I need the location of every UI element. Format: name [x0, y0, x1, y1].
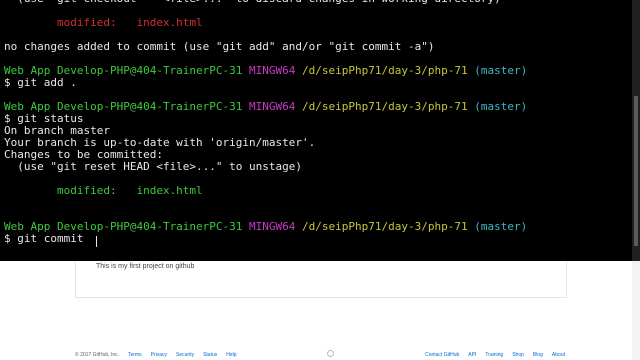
footer-link[interactable]: About	[552, 352, 565, 358]
footer-link[interactable]: Contact GitHub	[425, 352, 459, 358]
footer-link[interactable]: Privacy	[151, 352, 167, 358]
terminal-text-segment: $ git commit	[4, 232, 84, 245]
terminal-text-segment: (master)	[474, 100, 528, 113]
terminal-text-segment: $ git add .	[4, 76, 77, 89]
footer-link[interactable]: Training	[485, 352, 503, 358]
terminal-text-segment: /d/seipPhp71/day-3/php-71	[302, 64, 475, 77]
terminal-output: (use "git checkout -- <file>..." to disc…	[4, 0, 527, 245]
readme-box	[75, 255, 567, 298]
terminal-line: Web App Develop-PHP@404-TrainerPC-31 MIN…	[4, 65, 527, 77]
terminal-text-segment: (master)	[474, 220, 528, 233]
terminal-text-segment: MINGW64	[249, 64, 303, 77]
terminal-text-segment: modified: index.html	[4, 184, 203, 197]
footer-link[interactable]: Security	[176, 352, 194, 358]
terminal-line: modified: index.html	[4, 185, 527, 197]
terminal-text-segment: MINGW64	[249, 220, 303, 233]
terminal-scrollbar[interactable]	[632, 0, 640, 261]
github-octocat-icon[interactable]	[327, 350, 334, 357]
footer-link[interactable]: Status	[203, 352, 217, 358]
text-cursor	[96, 236, 97, 247]
terminal-text-segment: (master)	[474, 64, 528, 77]
footer-right-links: Contact GitHub API Training Shop Blog About	[416, 352, 565, 358]
terminal-text-segment: /d/seipPhp71/day-3/php-71	[302, 100, 475, 113]
terminal-line: (use "git checkout -- <file>..." to disc…	[4, 0, 527, 5]
terminal-line: $ git add .	[4, 77, 527, 89]
footer-link[interactable]: Terms	[128, 352, 142, 358]
terminal-text-segment: MINGW64	[249, 100, 303, 113]
terminal-line: $ git commit	[4, 233, 527, 245]
terminal-line: (use "git reset HEAD <file>..." to unsta…	[4, 161, 527, 173]
terminal-text-segment: no changes added to commit (use "git add…	[4, 40, 435, 53]
github-footer: © 2017 GitHub, Inc. Terms Privacy Security S…	[75, 350, 565, 360]
terminal-window[interactable]: (use "git checkout -- <file>..." to disc…	[0, 0, 632, 261]
terminal-scrollbar-thumb[interactable]	[634, 96, 638, 246]
footer-copyright: © 2017 GitHub, Inc.	[75, 352, 119, 358]
footer-link[interactable]: API	[468, 352, 476, 358]
terminal-line: modified: index.html	[4, 17, 527, 29]
terminal-line: no changes added to commit (use "git add…	[4, 41, 527, 53]
terminal-text-segment: modified: index.html	[4, 16, 203, 29]
readme-text: This is my first project on github	[96, 263, 195, 270]
terminal-text-segment: (use "git checkout -- <file>..." to disc…	[4, 0, 500, 5]
footer-link[interactable]: Blog	[533, 352, 543, 358]
footer-left-links: © 2017 GitHub, Inc. Terms Privacy Security S…	[75, 352, 246, 358]
terminal-text-segment: (use "git reset HEAD <file>..." to unsta…	[4, 160, 303, 173]
footer-link[interactable]: Shop	[512, 352, 524, 358]
footer-link[interactable]: Help	[226, 352, 236, 358]
terminal-text-segment: /d/seipPhp71/day-3/php-71	[302, 220, 475, 233]
